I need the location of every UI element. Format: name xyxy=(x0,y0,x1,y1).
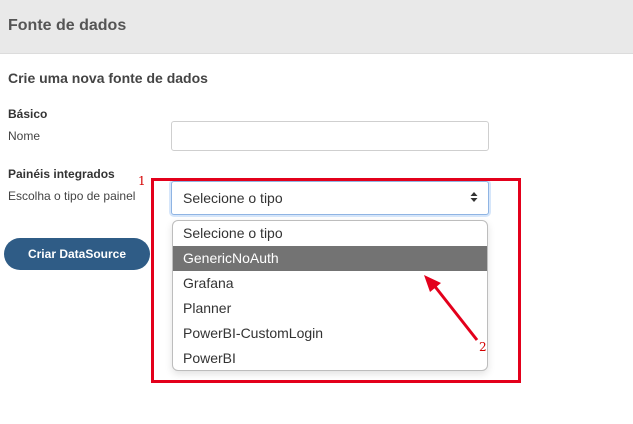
annotation-label-2: 2 xyxy=(479,340,487,354)
section-integrated-panels: Painéis integrados xyxy=(8,167,115,181)
page-title: Fonte de dados xyxy=(8,17,127,34)
page-header: Fonte de dados xyxy=(0,0,633,54)
create-datasource-button[interactable]: Criar DataSource xyxy=(4,238,150,270)
section-basic: Básico xyxy=(8,107,48,121)
name-input[interactable] xyxy=(171,121,489,151)
annotation-label-1: 1 xyxy=(138,174,146,188)
panel-type-label: Escolha o tipo de painel xyxy=(8,189,136,203)
form-subtitle: Crie uma nova fonte de dados xyxy=(8,70,208,86)
annotation-highlight-box xyxy=(151,178,521,383)
name-label: Nome xyxy=(8,129,41,143)
datasource-page: Fonte de dados Crie uma nova fonte de da… xyxy=(0,0,633,424)
